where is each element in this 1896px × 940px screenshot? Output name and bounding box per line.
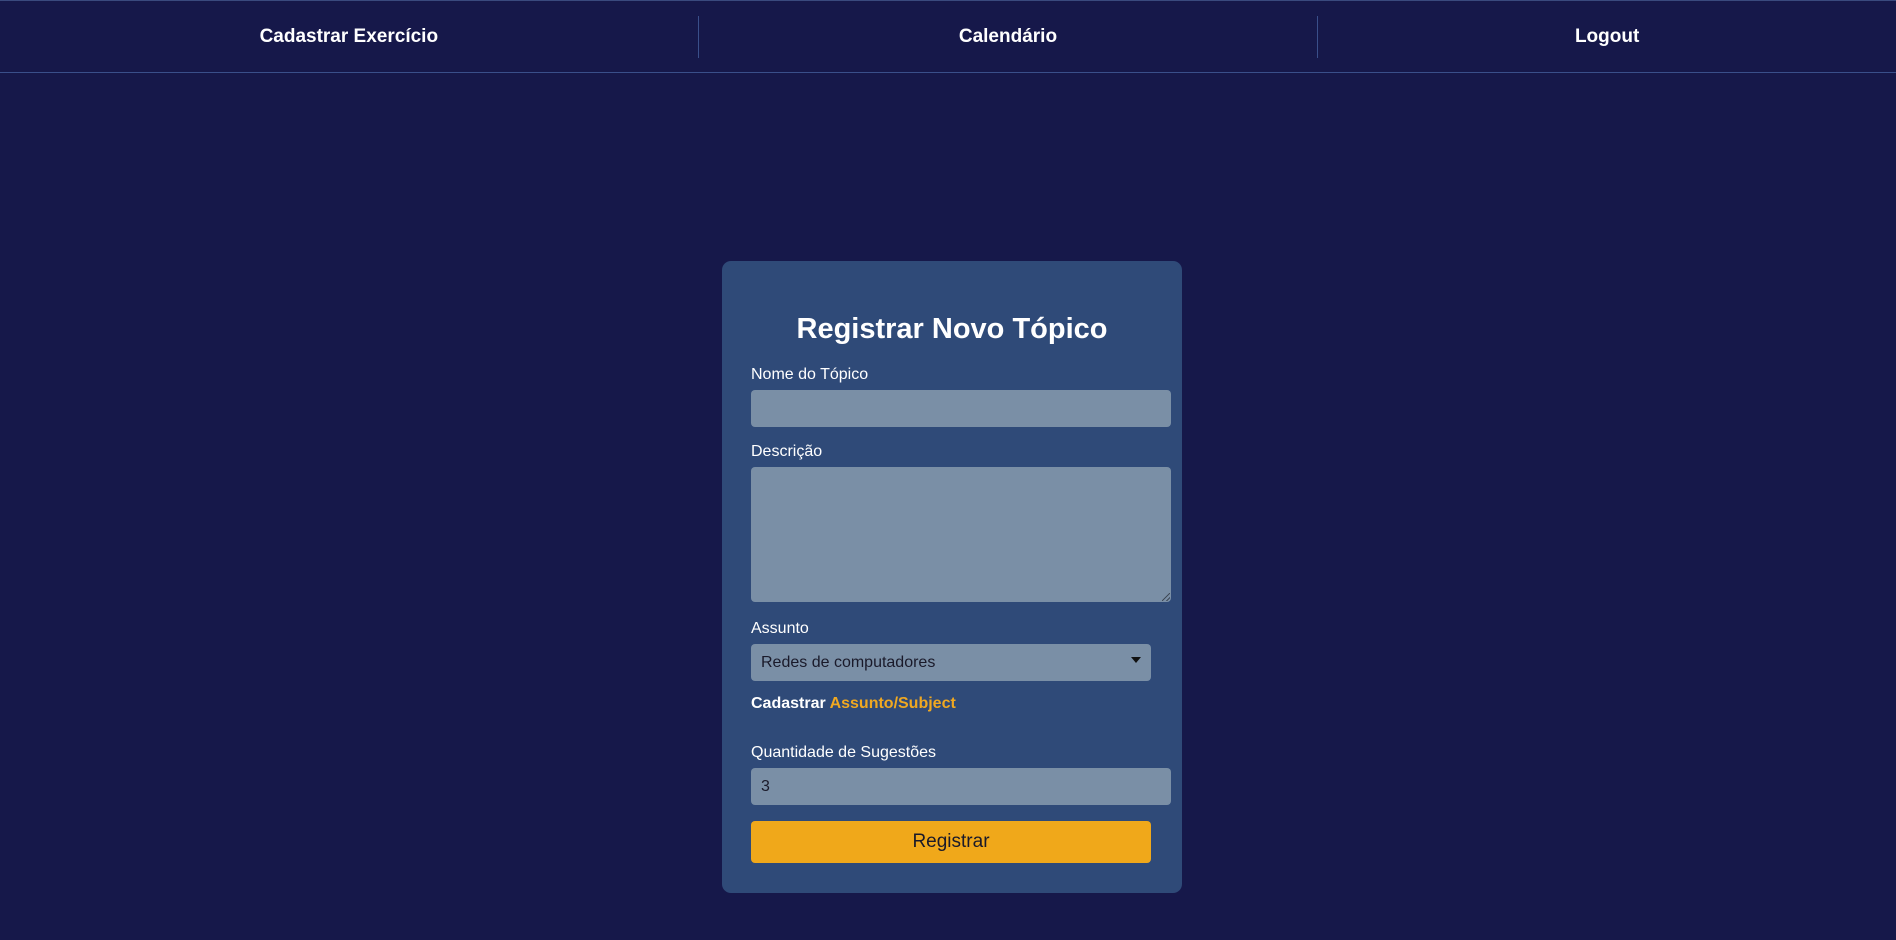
register-subject-link[interactable]: Assunto/Subject (830, 695, 956, 712)
nav-logout[interactable]: Logout (1317, 15, 1896, 58)
resize-grip-icon[interactable] (1162, 593, 1170, 601)
register-subject-line: Cadastrar Assunto/Subject (751, 695, 956, 713)
caret-down-icon (1131, 657, 1141, 663)
nav-cadastrar-exercicio[interactable]: Cadastrar Exercício (0, 16, 698, 58)
register-button[interactable]: Registrar (751, 821, 1151, 863)
quantity-label: Quantidade de Sugestões (751, 744, 937, 761)
subject-select[interactable]: Redes de computadores (751, 644, 1151, 681)
page-title: Registrar Novo Tópico (796, 313, 1108, 345)
description-label: Descrição (751, 443, 823, 460)
quantity-value: 3 (761, 777, 770, 795)
nav-calendario[interactable]: Calendário (697, 15, 1318, 58)
register-topic-card: Registrar Novo Tópico Nome do Tópico Des… (722, 261, 1182, 893)
top-navbar: Cadastrar Exercício Calendário Logout (0, 0, 1896, 73)
description-textarea[interactable] (751, 467, 1171, 602)
subject-label: Assunto (751, 620, 809, 637)
topic-name-input[interactable] (751, 390, 1171, 427)
subject-selected-value: Redes de computadores (761, 653, 936, 671)
topic-name-label: Nome do Tópico (751, 366, 869, 383)
quantity-input[interactable]: 3 (751, 768, 1171, 805)
register-subject-prefix: Cadastrar (751, 695, 826, 712)
